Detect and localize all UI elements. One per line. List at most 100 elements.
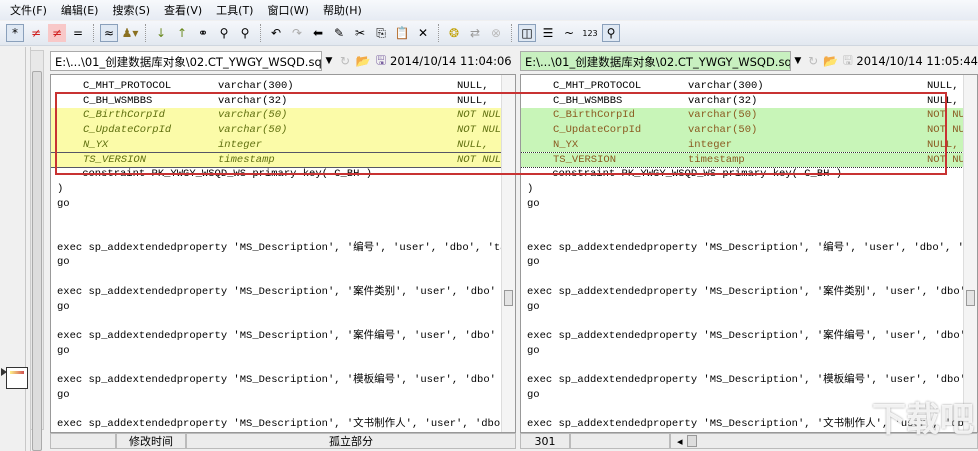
line-text: exec sp_addextendedproperty 'MS_Descript… [57,374,496,386]
chevron-down-icon[interactable]: ▼ [791,56,804,66]
split-horizontal-icon[interactable]: ☰ [539,24,557,42]
menu-tools[interactable]: 工具(T) [216,2,253,18]
123-icon[interactable]: 123 [581,24,599,42]
stop-icon[interactable]: ⊗ [487,24,505,42]
watermark: 下载吧 [872,400,974,440]
approx-icon[interactable]: ≈ [100,24,118,42]
pen-icon[interactable]: ✎ [330,24,348,42]
code-line: ) [521,182,963,197]
cut-icon[interactable]: ✂ [351,24,369,42]
split-vertical-icon[interactable]: ◫ [518,24,536,42]
line-text: exec sp_addextendedproperty 'MS_Descript… [57,285,496,298]
code-line: go [521,344,963,359]
line-text: go [527,388,540,401]
zoom-icon[interactable]: ⚲ [602,24,620,42]
left-path-field[interactable]: E:\...\01_创建数据库对象\02.CT_YWGY_WSQD.sql [50,51,322,71]
binoculars-icon[interactable]: ⚭ [194,24,212,42]
redo-icon[interactable]: ↷ [288,24,306,42]
line-text: go [57,256,70,269]
line-text: go [57,197,70,210]
line-text: exec sp_addextendedproperty 'MS_Descript… [57,418,507,431]
delete-icon[interactable]: ✕ [414,24,432,42]
status-line-count: 301 [520,433,570,449]
save-icon[interactable]: 🖫 [372,51,390,72]
status-orphan-part: 孤立部分 [186,433,516,449]
open-folder-icon[interactable]: 📂 [354,54,372,68]
code-line: exec sp_addextendedproperty 'MS_Descript… [521,285,966,300]
menu-bar: 文件(F) 编辑(E) 搜索(S) 查看(V) 工具(T) 窗口(W) 帮助(H… [0,0,978,20]
arrow-down-icon[interactable]: ↓ [152,24,170,42]
toolbar: * ≠ ≠ = ≈ ♟▾ ↓ ↑ ⚭ ⚲ ⚲ ↶ ↷ ⬅ ✎ ✂ ⎘ 📋 ✕ ❂… [0,21,978,46]
line-text: exec sp_addextendedproperty 'MS_Descript… [527,374,966,386]
tilde-icon[interactable]: ~ [560,24,578,42]
line-text: go [57,388,70,401]
line-text: exec sp_addextendedproperty 'MS_Descript… [57,241,516,254]
code-line: go [521,255,963,270]
find-icon[interactable]: ⚲ [215,24,233,42]
left-timestamp: 2014/10/14 11:04:06 [390,54,512,68]
code-line: go [51,300,501,315]
right-scrollbar[interactable] [963,75,977,432]
chevron-down-icon[interactable]: ▼ [322,56,336,66]
equal-icon[interactable]: = [69,24,87,42]
status-cell [570,433,670,449]
asterisk-icon[interactable]: * [6,24,24,42]
back-arrow-icon[interactable]: ⬅ [309,24,327,42]
status-cell [50,433,116,449]
save-icon[interactable]: 🖫 [839,51,856,72]
line-text: exec sp_addextendedproperty 'MS_Descript… [527,285,966,298]
line-text: go [527,344,540,357]
person-icon[interactable]: ♟▾ [121,24,139,42]
open-folder-icon[interactable]: 📂 [822,54,839,68]
line-text: ) [527,182,534,195]
line-text: ) [57,182,64,195]
right-path-field[interactable]: E:\...\01_创建数据库对象\02.CT_YWGY_WSQD.sql [520,51,792,71]
undo-icon[interactable]: ↶ [267,24,285,42]
not-equal-box-icon[interactable]: ≠ [48,24,66,42]
sync-icon[interactable]: ⇄ [466,24,484,42]
not-equal-icon[interactable]: ≠ [27,24,45,42]
find-replace-icon[interactable]: ⚲ [236,24,254,42]
reload-icon[interactable]: ↻ [805,54,822,68]
menu-search[interactable]: 搜索(S) [112,2,150,18]
line-text: go [527,300,540,313]
code-line: ) [51,182,501,197]
menu-view[interactable]: 查看(V) [164,2,202,18]
copy-icon[interactable]: ⎘ [372,24,390,42]
code-line: go [521,197,963,212]
menu-help[interactable]: 帮助(H) [323,2,362,18]
code-line: exec sp_addextendedproperty 'MS_Descript… [51,329,501,344]
reload-icon[interactable]: ↻ [336,54,354,68]
menu-file[interactable]: 文件(F) [10,2,47,18]
diff-location-marker[interactable] [1,367,28,389]
code-line: go [521,300,963,315]
code-line: exec sp_addextendedproperty 'MS_Descript… [51,285,501,300]
line-text: go [527,197,540,210]
menu-edit[interactable]: 编辑(E) [61,2,99,18]
menu-window[interactable]: 窗口(W) [267,2,308,18]
arrow-up-icon[interactable]: ↑ [173,24,191,42]
code-line: exec sp_addextendedproperty 'MS_Descript… [521,373,966,388]
code-line: go [51,197,501,212]
code-line: go [51,255,501,270]
code-line: go [51,388,501,403]
code-line: exec sp_addextendedproperty 'MS_Descript… [521,241,977,256]
code-line: exec sp_addextendedproperty 'MS_Descript… [51,417,506,432]
left-status-bar: 修改时间 孤立部分 [50,433,516,451]
merge-icon[interactable]: ❂ [445,24,463,42]
code-line: exec sp_addextendedproperty 'MS_Descript… [521,329,966,344]
code-line: go [51,344,501,359]
line-text: go [57,344,70,357]
line-text: go [57,300,70,313]
overview-scrollbar[interactable] [30,50,44,451]
paste-icon[interactable]: 📋 [393,24,411,42]
code-line: exec sp_addextendedproperty 'MS_Descript… [51,373,501,388]
